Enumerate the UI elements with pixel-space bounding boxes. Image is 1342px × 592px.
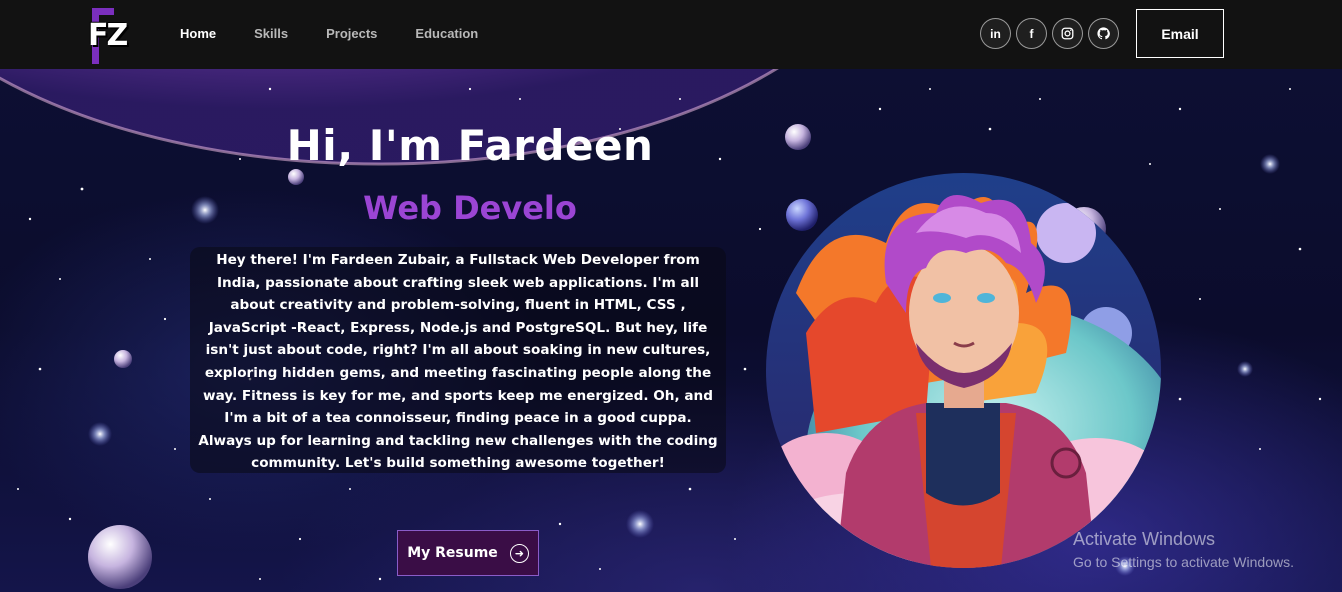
logo-text: FZ (88, 18, 128, 53)
hero-bio: Hey there! I'm Fardeen Zubair, a Fullsta… (190, 247, 726, 473)
linkedin-glyph: in (990, 26, 1001, 41)
facebook-glyph: f (1029, 26, 1034, 41)
hero-section: Hi, I'm Fardeen Web Develo Hey there! I'… (0, 69, 1342, 592)
instagram-glyph (1061, 27, 1074, 40)
linkedin-icon[interactable]: in (980, 18, 1011, 49)
resume-button[interactable]: My Resume ➜ (397, 530, 539, 576)
nav-links: Home Skills Projects Education (180, 26, 516, 42)
profile-avatar (766, 173, 1161, 568)
nav-link-education[interactable]: Education (415, 26, 478, 42)
github-icon[interactable] (1088, 18, 1119, 49)
navbar: FZ Home Skills Projects Education in f E… (0, 0, 1342, 69)
email-button[interactable]: Email (1136, 9, 1224, 58)
watermark-subtitle: Go to Settings to activate Windows. (1073, 554, 1294, 570)
nav-link-projects[interactable]: Projects (326, 26, 377, 42)
avatar-illustration (766, 173, 1161, 568)
watermark-title: Activate Windows (1073, 529, 1216, 549)
windows-activation-watermark: Activate Windows Go to Settings to activ… (1073, 528, 1294, 572)
github-glyph (1097, 27, 1110, 40)
resume-label: My Resume (407, 545, 498, 561)
nav-link-home[interactable]: Home (180, 26, 216, 42)
nav-link-skills[interactable]: Skills (254, 26, 288, 42)
social-links: in f (980, 18, 1124, 49)
arrow-right-icon: ➜ (509, 543, 529, 563)
hero-greeting: Hi, I'm Fardeen (286, 121, 654, 170)
logo-accent-top (92, 8, 114, 15)
instagram-icon[interactable] (1052, 18, 1083, 49)
facebook-icon[interactable]: f (1016, 18, 1047, 49)
site-logo[interactable]: FZ (88, 8, 132, 64)
hero-role-typing: Web Develo (363, 189, 577, 227)
